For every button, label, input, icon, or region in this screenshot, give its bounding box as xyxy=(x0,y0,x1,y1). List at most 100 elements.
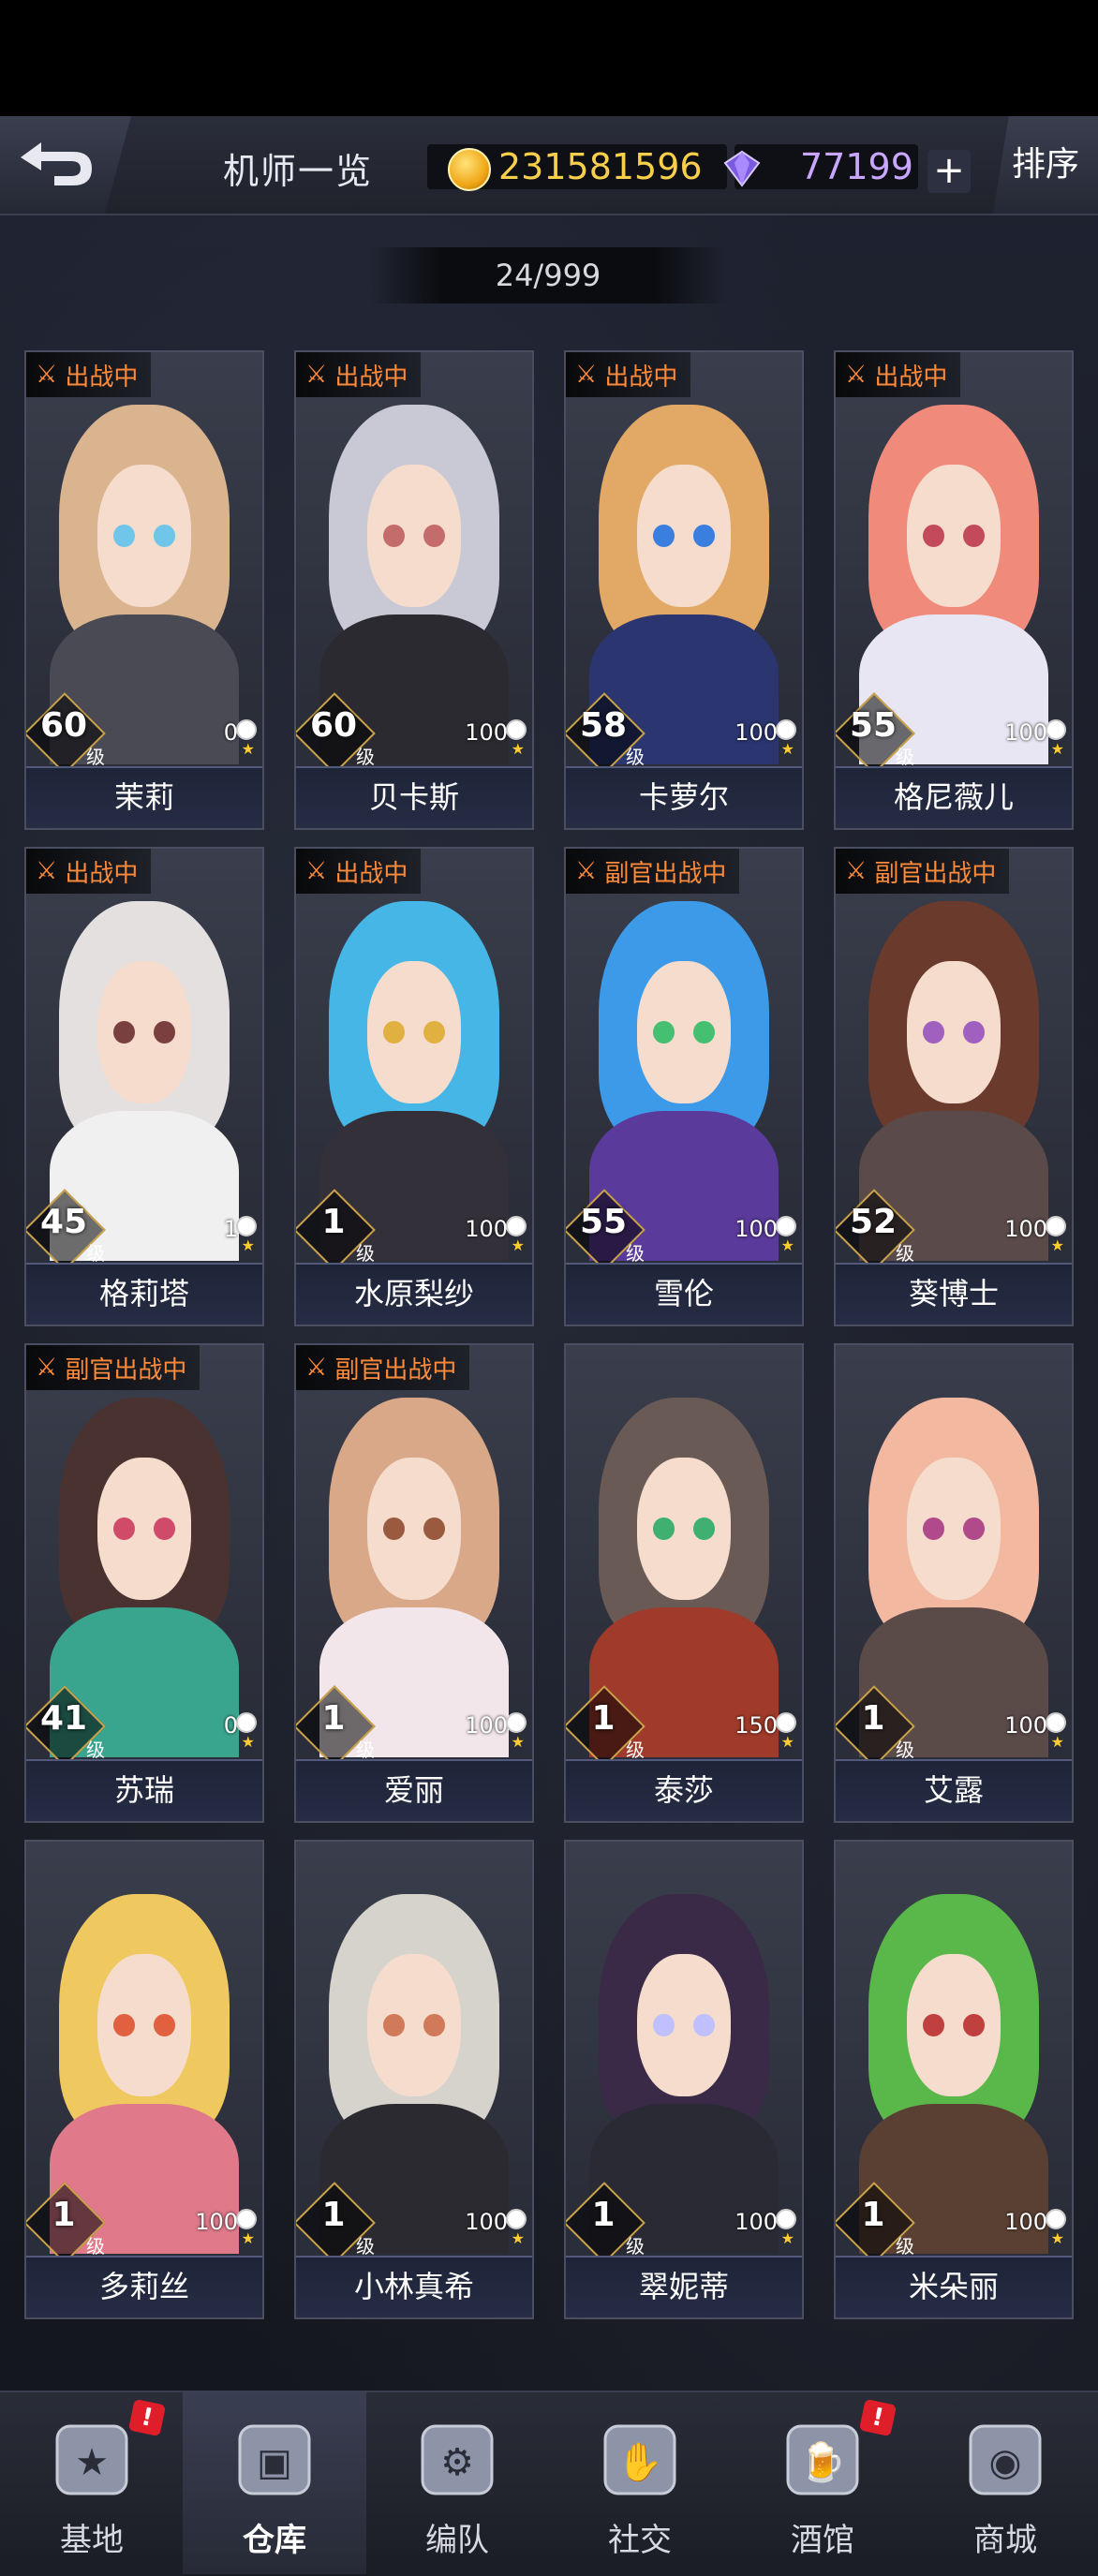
deploy-status-label: 出战中 xyxy=(604,363,678,392)
pilot-card[interactable]: ⚔ 出战中 45 级 1 ★ 格莉塔 xyxy=(24,847,264,1326)
star-icon: ★ xyxy=(780,1236,794,1254)
trust-value: 100 xyxy=(195,2209,238,2235)
pilot-level: 45 xyxy=(39,1203,88,1241)
pilot-card[interactable]: ⚔ 1 级 100 ★ 小林真希 xyxy=(294,1840,534,2319)
trust-icon xyxy=(1046,1712,1066,1733)
level-unit: 级 xyxy=(356,2235,375,2258)
pilot-card[interactable]: ⚔ 出战中 55 级 100 ★ 格尼薇儿 xyxy=(834,350,1074,830)
crossed-swords-icon: ⚔ xyxy=(305,1354,328,1382)
svg-text:⚙: ⚙ xyxy=(440,2441,474,2484)
pilot-card[interactable]: ⚔ 1 级 100 ★ 米朵丽 xyxy=(834,1840,1074,2319)
deploy-status-label: 副官出战中 xyxy=(334,1355,457,1384)
pilot-card[interactable]: ⚔ 1 级 100 ★ 翠妮蒂 xyxy=(564,1840,804,2319)
pilot-portrait xyxy=(836,352,1072,764)
pilot-name: 苏瑞 xyxy=(26,1759,262,1821)
crossed-swords-icon: ⚔ xyxy=(575,361,598,389)
crossed-swords-icon: ⚔ xyxy=(36,361,58,389)
deploy-status: ⚔ 副官出战中 xyxy=(296,1345,470,1390)
face-shape xyxy=(636,961,732,1103)
pilot-name: 爱丽 xyxy=(296,1759,532,1821)
nav-item[interactable]: ★ 基地 ! xyxy=(0,2391,184,2574)
trust-value: 100 xyxy=(734,2209,778,2235)
base-icon: ★ xyxy=(40,2413,143,2507)
eye-shape xyxy=(154,1021,175,1044)
eye-shape xyxy=(113,525,135,547)
eye-shape xyxy=(383,1517,405,1540)
eye-shape xyxy=(113,1021,135,1044)
trust-icon xyxy=(236,2209,257,2229)
pilot-level: 60 xyxy=(309,706,358,745)
alert-badge: ! xyxy=(858,2398,898,2437)
svg-text:🍺: 🍺 xyxy=(799,2439,846,2484)
face-shape xyxy=(96,961,192,1103)
star-icon: ★ xyxy=(241,1236,255,1254)
pilot-card[interactable]: ⚔ 1 级 100 ★ 多莉丝 xyxy=(24,1840,264,2319)
star-icon: ★ xyxy=(511,740,525,758)
pilot-level: 52 xyxy=(849,1203,898,1241)
pilot-portrait xyxy=(26,1842,262,2254)
eye-shape xyxy=(963,525,985,547)
eye-shape xyxy=(383,2014,405,2036)
nav-label: 社交 xyxy=(608,2522,672,2559)
pilot-portrait xyxy=(836,1842,1072,2254)
face-shape xyxy=(906,465,1002,607)
eye-shape xyxy=(693,2014,715,2036)
deploy-status-label: 出战中 xyxy=(334,363,408,392)
eye-shape xyxy=(653,2014,675,2036)
pilot-level: 58 xyxy=(579,706,628,745)
trust-value: 100 xyxy=(734,1216,778,1242)
level-unit: 级 xyxy=(626,746,645,768)
pilot-card[interactable]: ⚔ 1 级 150 ★ 泰莎 xyxy=(564,1343,804,1823)
pilot-level: 1 xyxy=(52,2196,76,2234)
eye-shape xyxy=(653,525,675,547)
nav-item[interactable]: ◉ 商城 xyxy=(913,2391,1097,2574)
crossed-swords-icon: ⚔ xyxy=(845,361,868,389)
pilot-card[interactable]: ⚔ 1 级 100 ★ 艾露 xyxy=(834,1343,1074,1823)
face-shape xyxy=(636,1458,732,1600)
pilot-name: 格莉塔 xyxy=(26,1263,262,1325)
add-gems-button[interactable]: + xyxy=(927,150,971,193)
nav-item[interactable]: ⚙ 编队 xyxy=(365,2391,549,2574)
trust-icon xyxy=(1046,2209,1066,2229)
pilot-card[interactable]: ⚔ 副官出战中 41 级 0 ★ 苏瑞 xyxy=(24,1343,264,1823)
face-shape xyxy=(366,1458,462,1600)
pilot-card[interactable]: ⚔ 出战中 60 级 100 ★ 贝卡斯 xyxy=(294,350,534,830)
eye-shape xyxy=(923,2014,944,2036)
crossed-swords-icon: ⚔ xyxy=(305,361,328,389)
pilot-level: 55 xyxy=(849,706,898,745)
pilot-card[interactable]: ⚔ 副官出战中 1 级 100 ★ 爱丽 xyxy=(294,1343,534,1823)
face-shape xyxy=(366,961,462,1103)
trust-value: 100 xyxy=(465,1216,508,1242)
trust-value: 100 xyxy=(1004,2209,1047,2235)
nav-item[interactable]: 🍺 酒馆 ! xyxy=(731,2391,914,2574)
trust-value: 100 xyxy=(734,719,778,746)
face-shape xyxy=(906,961,1002,1103)
social-icon: ✋ xyxy=(588,2413,691,2507)
nav-item[interactable]: ▣ 仓库 xyxy=(183,2391,366,2574)
coin-icon xyxy=(448,148,491,191)
eye-shape xyxy=(154,1517,175,1540)
pilot-portrait xyxy=(566,849,802,1261)
star-icon: ★ xyxy=(241,1733,255,1751)
pilot-card[interactable]: ⚔ 副官出战中 55 级 100 ★ 雪伦 xyxy=(564,847,804,1326)
sort-button[interactable]: 排序 xyxy=(993,116,1098,214)
pilot-card[interactable]: ⚔ 出战中 58 级 100 ★ 卡萝尔 xyxy=(564,350,804,830)
face-shape xyxy=(96,1954,192,2096)
svg-text:✋: ✋ xyxy=(616,2440,663,2484)
trust-value: 100 xyxy=(1004,1216,1047,1242)
face-shape xyxy=(636,1954,732,2096)
pilot-card[interactable]: ⚔ 出战中 1 级 100 ★ 水原梨纱 xyxy=(294,847,534,1326)
svg-text:▣: ▣ xyxy=(257,2441,292,2484)
pilot-card[interactable]: ⚔ 出战中 60 级 0 ★ 茉莉 xyxy=(24,350,264,830)
deploy-status-label: 出战中 xyxy=(65,363,139,392)
pilot-card[interactable]: ⚔ 副官出战中 52 级 100 ★ 葵博士 xyxy=(834,847,1074,1326)
pilot-name: 多莉丝 xyxy=(26,2256,262,2317)
nav-item[interactable]: ✋ 社交 xyxy=(548,2391,732,2574)
star-icon: ★ xyxy=(241,2229,255,2247)
face-shape xyxy=(366,465,462,607)
level-unit: 级 xyxy=(356,1242,375,1265)
level-unit: 级 xyxy=(356,746,375,768)
eye-shape xyxy=(923,1021,944,1044)
level-unit: 级 xyxy=(896,1242,914,1265)
pilot-level: 1 xyxy=(321,1699,346,1738)
